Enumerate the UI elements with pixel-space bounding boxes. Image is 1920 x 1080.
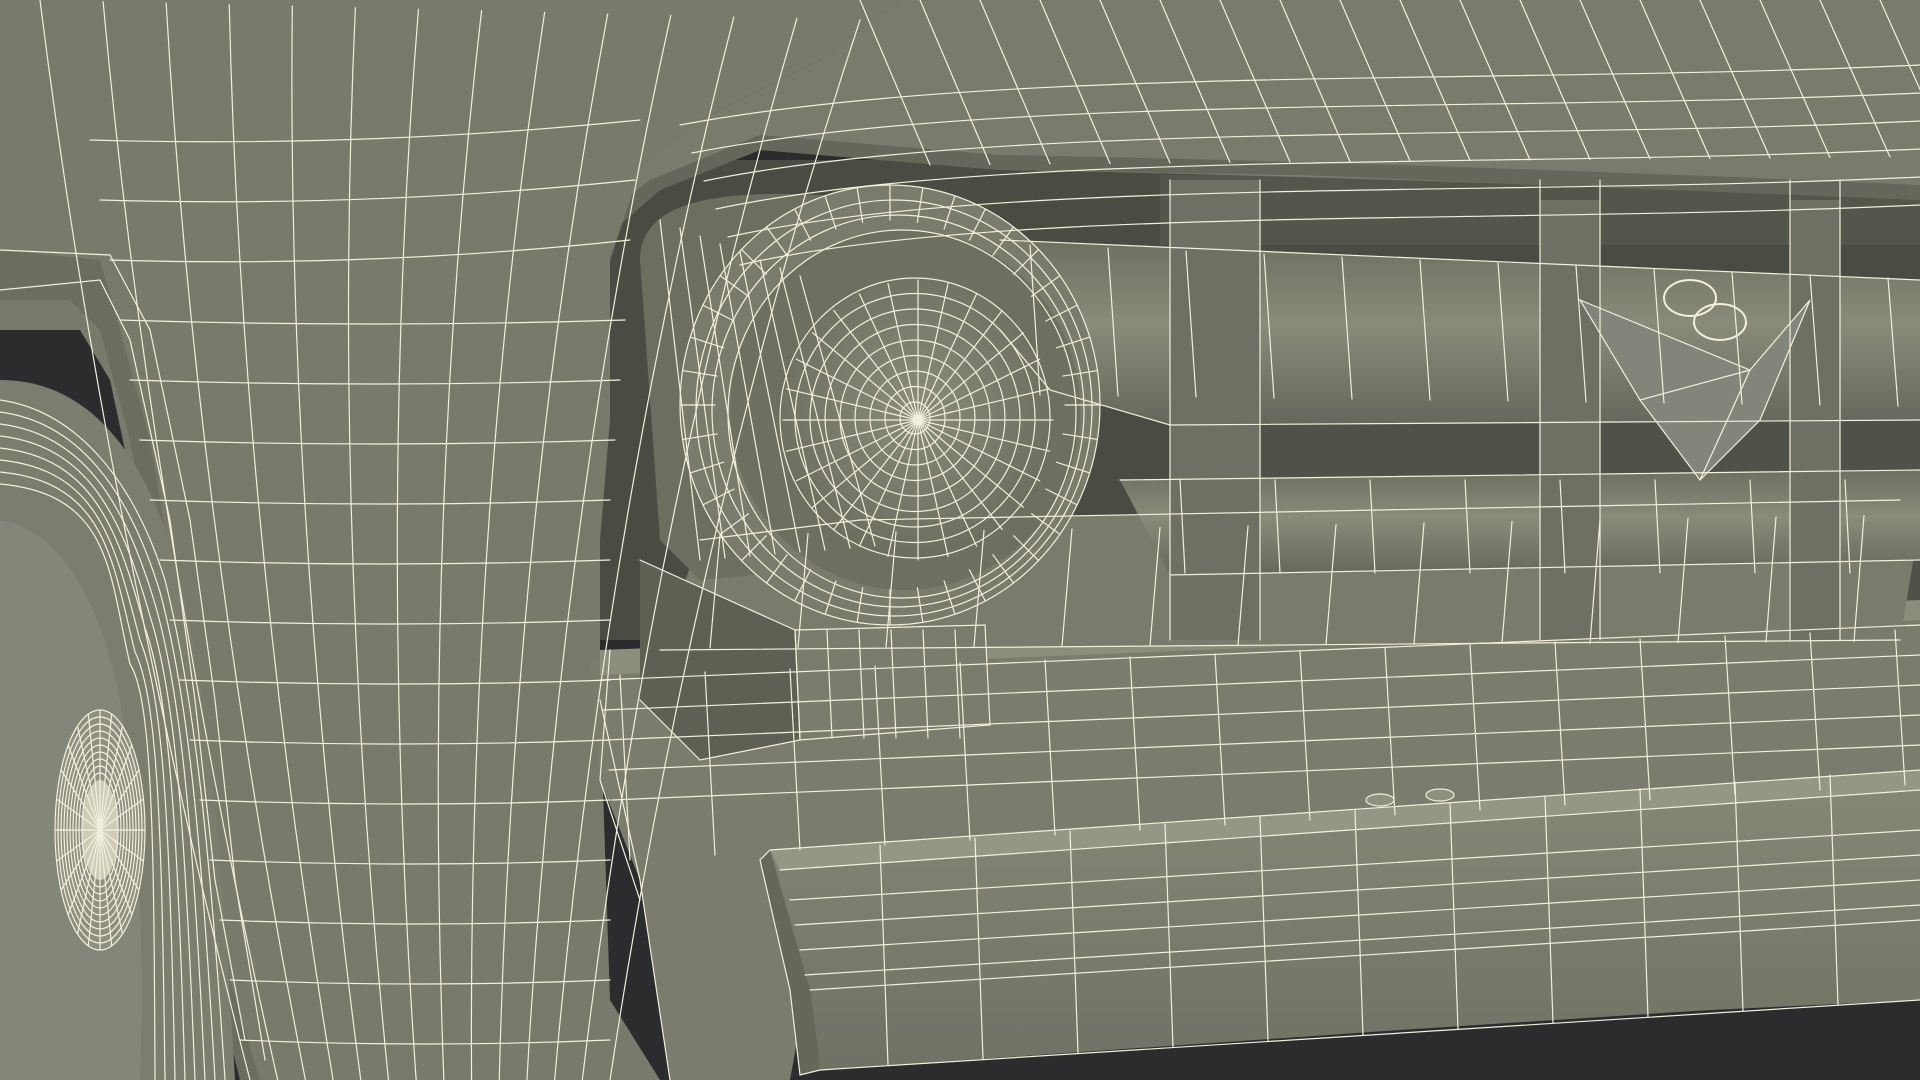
- wireframe-render: [0, 0, 1920, 1080]
